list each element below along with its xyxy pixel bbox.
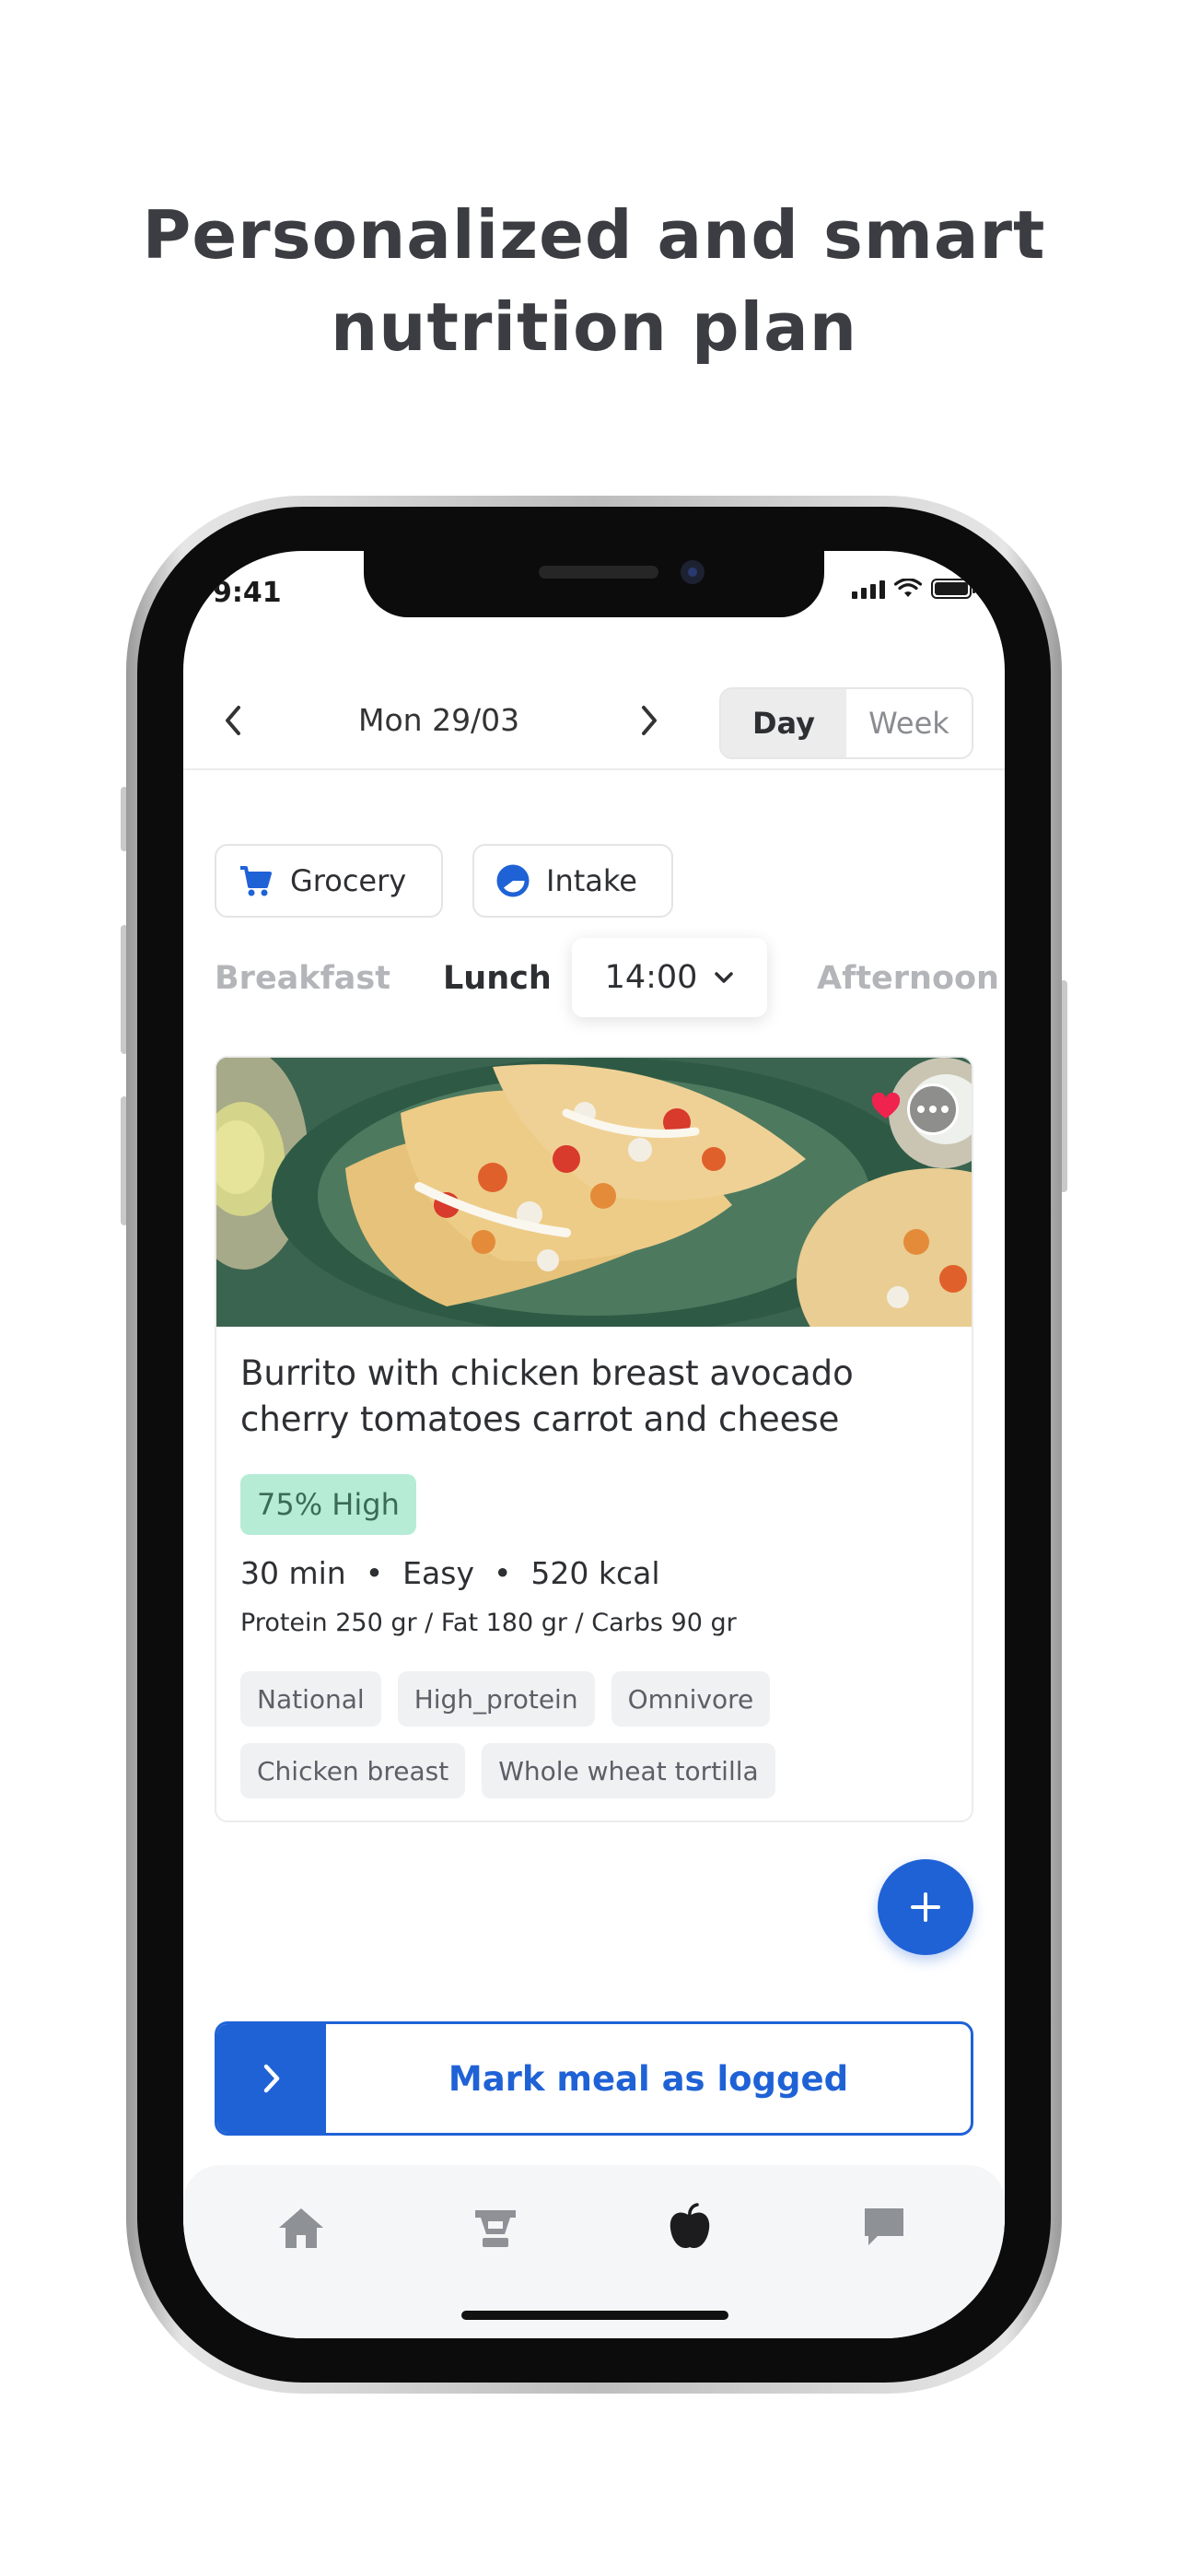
workout-icon[interactable] <box>468 2200 523 2255</box>
match-score-badge: 75% High <box>240 1474 416 1535</box>
meal-card[interactable]: Burrito with chicken breast avocado cher… <box>215 1056 973 1822</box>
page-headline: Personalized and smart nutrition plan <box>0 189 1188 373</box>
chevron-right-icon[interactable] <box>633 700 664 741</box>
headline-line-1: Personalized and smart <box>142 196 1046 274</box>
meal-tabs: Breakfast Lunch 14:00 Afternoon <box>215 938 1005 1021</box>
meal-time-dropdown[interactable]: 14:00 <box>572 938 767 1017</box>
view-week-button[interactable]: Week <box>846 689 972 757</box>
home-icon[interactable] <box>274 2200 329 2255</box>
meal-macros: Protein 250 gr / Fat 180 gr / Carbs 90 g… <box>240 1609 737 1637</box>
intake-button[interactable]: Intake <box>472 844 673 918</box>
mark-meal-logged-button[interactable]: Mark meal as logged <box>215 2021 973 2136</box>
status-icons <box>852 579 975 599</box>
meal-title: Burrito with chicken breast avocado cher… <box>240 1353 854 1439</box>
heart-icon[interactable] <box>870 1093 902 1120</box>
mark-meal-logged-label: Mark meal as logged <box>448 2058 849 2099</box>
view-toggle: Day Week <box>719 687 973 759</box>
chat-icon[interactable] <box>856 2200 912 2255</box>
more-options-button[interactable] <box>907 1083 959 1135</box>
nutrition-icon[interactable] <box>662 2200 717 2255</box>
meal-difficulty: Easy <box>402 1555 474 1591</box>
intake-label: Intake <box>546 863 637 898</box>
plus-icon <box>911 1892 940 1922</box>
tab-lunch[interactable]: Lunch <box>443 960 552 997</box>
meal-tags: National High_protein Omnivore Chicken b… <box>240 1671 959 1798</box>
meal-meta: 30 min • Easy • 520 kcal <box>240 1555 660 1591</box>
meal-tag: Omnivore <box>611 1671 771 1727</box>
meal-photo <box>216 1058 972 1327</box>
status-time: 9:41 <box>213 577 282 609</box>
tab-breakfast[interactable]: Breakfast <box>215 960 390 997</box>
home-indicator <box>461 2311 728 2320</box>
grocery-label: Grocery <box>290 863 407 898</box>
chevron-down-icon <box>715 972 734 983</box>
meal-duration: 30 min <box>240 1555 346 1591</box>
wifi-icon <box>894 579 922 597</box>
add-meal-button[interactable] <box>878 1859 973 1955</box>
meal-tag: National <box>240 1671 381 1727</box>
signal-icon <box>852 580 885 599</box>
meta-separator: • <box>355 1555 393 1591</box>
grocery-button[interactable]: Grocery <box>215 844 443 918</box>
battery-icon <box>931 579 975 599</box>
app-screen: 9:41 Mon 29/03 Day Week Grocery Intake B… <box>183 551 1005 2338</box>
meta-separator: • <box>483 1555 521 1591</box>
front-camera <box>681 560 705 584</box>
current-date[interactable]: Mon 29/03 <box>358 702 519 738</box>
date-navigation: Mon 29/03 Day Week <box>183 669 1005 770</box>
headline-line-2: nutrition plan <box>330 288 858 366</box>
notch <box>364 551 824 617</box>
meal-tag: Whole wheat tortilla <box>482 1743 775 1798</box>
meal-tag: High_protein <box>397 1671 595 1727</box>
tab-afternoon[interactable]: Afternoon <box>817 960 999 997</box>
meal-calories: 520 kcal <box>530 1555 660 1591</box>
chevron-right-icon <box>217 2024 326 2133</box>
meal-tag: Chicken breast <box>240 1743 466 1798</box>
meal-time-value: 14:00 <box>604 959 698 996</box>
chevron-left-icon[interactable] <box>218 700 250 741</box>
view-day-button[interactable]: Day <box>721 689 846 757</box>
pie-chart-icon <box>496 864 530 897</box>
cart-icon <box>240 866 272 896</box>
